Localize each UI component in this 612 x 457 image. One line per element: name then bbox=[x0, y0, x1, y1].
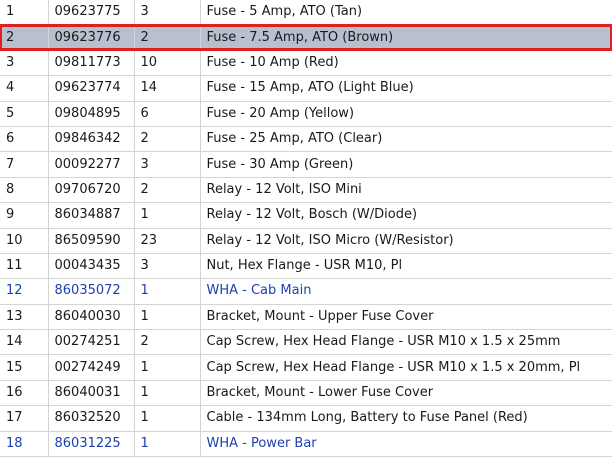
table-row[interactable]: 6 09846342 2 Fuse - 25 Amp, ATO (Clear) bbox=[0, 126, 612, 153]
quantity-cell: 1 bbox=[134, 354, 201, 381]
item-number-cell: 8 bbox=[0, 177, 49, 204]
description-cell: Fuse - 5 Amp, ATO (Tan) bbox=[200, 0, 612, 26]
part-number-cell: 00274249 bbox=[48, 354, 135, 381]
parts-table-body: 1 09623775 3 Fuse - 5 Amp, ATO (Tan) 2 096237… bbox=[0, 0, 612, 457]
part-number-cell: 09706720 bbox=[48, 177, 135, 204]
quantity-cell: 2 bbox=[134, 329, 201, 356]
item-number-cell: 10 bbox=[0, 228, 49, 254]
quantity-cell: 3 bbox=[134, 151, 201, 178]
description-cell: Fuse - 15 Amp, ATO (Light Blue) bbox=[200, 75, 612, 102]
part-number-cell[interactable]: 86031225 bbox=[48, 431, 135, 457]
table-row[interactable]: 3 09811773 10 Fuse - 10 Amp (Red) bbox=[0, 50, 612, 77]
item-number-cell: 1 bbox=[0, 0, 49, 26]
part-number-cell: 86509590 bbox=[48, 228, 135, 254]
table-row[interactable]: 17 86032520 1 Cable - 134mm Long, Battery t… bbox=[0, 405, 612, 432]
description-cell: Fuse - 10 Amp (Red) bbox=[200, 50, 612, 77]
table-row[interactable]: 9 86034887 1 Relay - 12 Volt, Bosch (W/Diod… bbox=[0, 202, 612, 229]
part-number-cell: 86040031 bbox=[48, 380, 135, 407]
quantity-cell: 1 bbox=[134, 202, 201, 229]
description-cell[interactable]: WHA - Power Bar bbox=[200, 431, 612, 457]
table-row[interactable]: 18 86031225 1 WHA - Power Bar bbox=[0, 431, 612, 457]
quantity-cell: 6 bbox=[134, 101, 201, 127]
quantity-cell: 1 bbox=[134, 304, 201, 331]
part-number-cell: 09804895 bbox=[48, 101, 135, 127]
table-row[interactable]: 10 86509590 23 Relay - 12 Volt, ISO Micro (… bbox=[0, 228, 612, 254]
table-row[interactable]: 16 86040031 1 Bracket, Mount - Lower Fuse C… bbox=[0, 380, 612, 407]
item-number-cell: 15 bbox=[0, 354, 49, 381]
item-number-cell: 5 bbox=[0, 101, 49, 127]
quantity-cell: 2 bbox=[134, 24, 201, 51]
item-number-cell: 17 bbox=[0, 405, 49, 432]
quantity-cell: 1 bbox=[134, 380, 201, 407]
part-number-cell: 00043435 bbox=[48, 253, 135, 280]
table-row[interactable]: 13 86040030 1 Bracket, Mount - Upper Fuse C… bbox=[0, 304, 612, 331]
item-number-cell: 11 bbox=[0, 253, 49, 280]
parts-table: 1 09623775 3 Fuse - 5 Amp, ATO (Tan) 2 096237… bbox=[0, 0, 612, 457]
table-row[interactable]: 8 09706720 2 Relay - 12 Volt, ISO Mini bbox=[0, 177, 612, 204]
part-number-cell: 09623774 bbox=[48, 75, 135, 102]
item-number-cell: 14 bbox=[0, 329, 49, 356]
part-number-cell: 09623776 bbox=[48, 24, 135, 51]
table-row[interactable]: 14 00274251 2 Cap Screw, Hex Head Flange - … bbox=[0, 329, 612, 356]
description-cell: Fuse - 30 Amp (Green) bbox=[200, 151, 612, 178]
quantity-cell: 23 bbox=[134, 228, 201, 254]
description-cell: Fuse - 7.5 Amp, ATO (Brown) bbox=[200, 24, 612, 51]
quantity-cell: 1 bbox=[134, 405, 201, 432]
table-row[interactable]: 2 09623776 2 Fuse - 7.5 Amp, ATO (Brown) bbox=[0, 23, 612, 52]
quantity-cell: 2 bbox=[134, 126, 201, 153]
description-cell: Fuse - 25 Amp, ATO (Clear) bbox=[200, 126, 612, 153]
part-number-cell[interactable]: 86035072 bbox=[48, 278, 135, 305]
part-number-cell: 09623775 bbox=[48, 0, 135, 26]
table-row[interactable]: 11 00043435 3 Nut, Hex Flange - USR M10, Pl bbox=[0, 253, 612, 280]
description-cell: Cable - 134mm Long, Battery to Fuse Pane… bbox=[200, 405, 612, 432]
description-cell: Cap Screw, Hex Head Flange - USR M10 x 1… bbox=[200, 329, 612, 356]
item-number-cell: 9 bbox=[0, 202, 49, 229]
quantity-cell[interactable]: 1 bbox=[134, 278, 201, 305]
quantity-cell: 10 bbox=[134, 50, 201, 77]
table-row[interactable]: 5 09804895 6 Fuse - 20 Amp (Yellow) bbox=[0, 101, 612, 127]
part-number-cell: 86034887 bbox=[48, 202, 135, 229]
description-cell: Relay - 12 Volt, ISO Mini bbox=[200, 177, 612, 204]
part-number-cell: 09846342 bbox=[48, 126, 135, 153]
quantity-cell: 14 bbox=[134, 75, 201, 102]
item-number-cell[interactable]: 12 bbox=[0, 278, 49, 305]
quantity-cell[interactable]: 1 bbox=[134, 431, 201, 457]
item-number-cell: 16 bbox=[0, 380, 49, 407]
item-number-cell: 7 bbox=[0, 151, 49, 178]
item-number-cell: 13 bbox=[0, 304, 49, 331]
quantity-cell: 2 bbox=[134, 177, 201, 204]
table-row[interactable]: 4 09623774 14 Fuse - 15 Amp, ATO (Light Blu… bbox=[0, 75, 612, 102]
quantity-cell: 3 bbox=[134, 253, 201, 280]
description-cell: Bracket, Mount - Upper Fuse Cover bbox=[200, 304, 612, 331]
part-number-cell: 09811773 bbox=[48, 50, 135, 77]
table-row[interactable]: 15 00274249 1 Cap Screw, Hex Head Flange - … bbox=[0, 354, 612, 381]
table-row[interactable]: 1 09623775 3 Fuse - 5 Amp, ATO (Tan) bbox=[0, 0, 612, 26]
description-cell: Relay - 12 Volt, Bosch (W/Diode) bbox=[200, 202, 612, 229]
item-number-cell: 4 bbox=[0, 75, 49, 102]
part-number-cell: 86040030 bbox=[48, 304, 135, 331]
quantity-cell: 3 bbox=[134, 0, 201, 26]
table-row[interactable]: 7 00092277 3 Fuse - 30 Amp (Green) bbox=[0, 151, 612, 178]
part-number-cell: 86032520 bbox=[48, 405, 135, 432]
description-cell: Cap Screw, Hex Head Flange - USR M10 x 1… bbox=[200, 354, 612, 381]
description-cell: Nut, Hex Flange - USR M10, Pl bbox=[200, 253, 612, 280]
item-number-cell: 6 bbox=[0, 126, 49, 153]
item-number-cell: 3 bbox=[0, 50, 49, 77]
description-cell[interactable]: WHA - Cab Main bbox=[200, 278, 612, 305]
part-number-cell: 00092277 bbox=[48, 151, 135, 178]
description-cell: Fuse - 20 Amp (Yellow) bbox=[200, 101, 612, 127]
description-cell: Bracket, Mount - Lower Fuse Cover bbox=[200, 380, 612, 407]
item-number-cell: 2 bbox=[0, 24, 49, 51]
part-number-cell: 00274251 bbox=[48, 329, 135, 356]
table-row[interactable]: 12 86035072 1 WHA - Cab Main bbox=[0, 278, 612, 305]
item-number-cell[interactable]: 18 bbox=[0, 431, 49, 457]
description-cell: Relay - 12 Volt, ISO Micro (W/Resistor) bbox=[200, 228, 612, 254]
